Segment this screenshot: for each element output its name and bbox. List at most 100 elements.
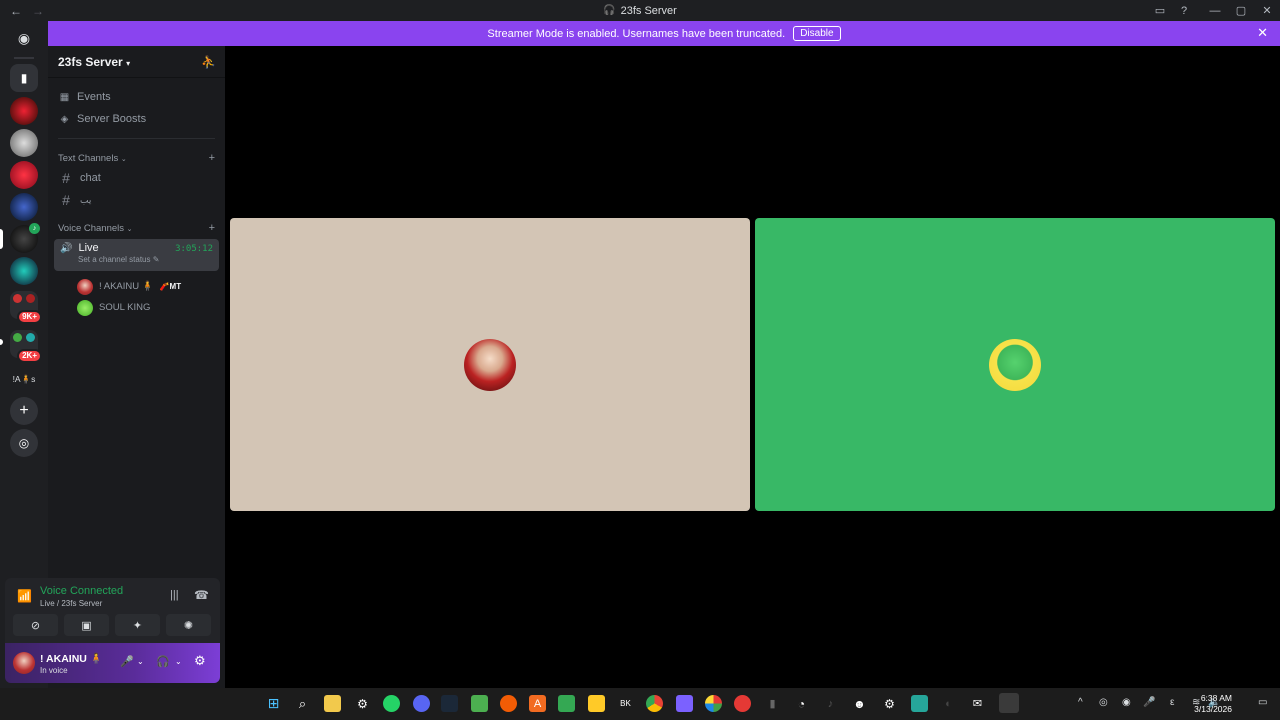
channel-chat[interactable]: # chat — [48, 167, 225, 189]
app-mic-icon[interactable]: ▮ — [764, 695, 781, 712]
add-channel-icon[interactable]: + — [209, 222, 215, 234]
server-icon-1[interactable] — [10, 97, 38, 125]
add-user-icon[interactable]: ⛹ — [201, 55, 216, 69]
app-yellow-icon[interactable] — [588, 695, 605, 712]
tray-app-icon[interactable]: ◉ — [1122, 697, 1131, 708]
app-red-icon[interactable] — [734, 695, 751, 712]
camera-off-button[interactable]: ⊘ — [13, 614, 58, 636]
voice-member[interactable]: ! AKAINU 🧍 🧨MT — [48, 276, 225, 297]
settings-gear-icon[interactable]: ⚙ — [194, 653, 206, 669]
steam-tray-icon[interactable]: ◎ — [1099, 697, 1108, 708]
folder-icon[interactable]: ▮ — [10, 64, 38, 92]
steam-icon[interactable]: ⚙ — [354, 695, 371, 712]
notifications-icon[interactable]: ▭ — [1258, 697, 1267, 708]
participant-tile-soul-king[interactable] — [755, 218, 1275, 511]
hash-icon: # — [62, 170, 70, 186]
close-window-button[interactable]: ✕ — [1254, 0, 1280, 21]
server-icon-active[interactable]: ♪ — [10, 223, 40, 253]
activities-button[interactable]: ✦ — [115, 614, 160, 636]
inbox-icon[interactable]: ▭ — [1148, 0, 1172, 21]
chrome-active-icon[interactable] — [999, 693, 1019, 713]
language-icon[interactable]: ε — [1170, 697, 1174, 708]
file-explorer-icon[interactable] — [324, 695, 341, 712]
app-face-icon[interactable]: ☻ — [851, 695, 868, 712]
microphone-icon[interactable]: 🎤 — [120, 655, 134, 668]
app-mail-icon[interactable]: ✉ — [969, 695, 986, 712]
voice-channels-category[interactable]: Voice Channels ⌄ + — [48, 219, 225, 237]
events-link[interactable]: ▦ Events — [48, 86, 225, 108]
member-name: ! AKAINU 🧍 — [99, 281, 154, 292]
discord-icon[interactable] — [413, 695, 430, 712]
add-server-icon[interactable]: + — [10, 397, 38, 425]
server-folder-2[interactable]: 2K+ — [10, 330, 42, 363]
user-name[interactable]: ! AKAINU 🧍 — [40, 652, 103, 665]
close-icon[interactable]: ✕ — [1257, 25, 1268, 41]
avatar[interactable] — [13, 652, 35, 674]
chevron-down-icon: ⌄ — [120, 155, 127, 163]
play-games-icon[interactable] — [558, 695, 575, 712]
server-icon-4[interactable] — [10, 193, 38, 221]
voice-connected-label[interactable]: Voice Connected — [40, 585, 123, 597]
app-green-icon[interactable] — [911, 695, 928, 712]
channel-label: chat — [80, 172, 101, 184]
chevron-down-icon[interactable]: ⌄ — [175, 657, 182, 666]
member-name: SOUL KING — [99, 302, 151, 313]
discord-home-icon[interactable]: ◉ — [10, 24, 38, 52]
screen-share-button[interactable]: ▣ — [64, 614, 109, 636]
app-bk-icon[interactable]: BK — [617, 695, 634, 712]
app-settings-icon[interactable]: ⚙ — [881, 695, 898, 712]
add-channel-icon[interactable]: + — [209, 152, 215, 164]
server-icon-3[interactable] — [10, 161, 38, 189]
soundboard-button[interactable]: ✺ — [166, 614, 211, 636]
chrome-icon[interactable] — [646, 695, 663, 712]
app-color-icon[interactable] — [705, 695, 722, 712]
start-icon[interactable]: ⊞ — [265, 695, 282, 712]
server-name[interactable]: 23fs Server ▾ — [58, 55, 130, 69]
pencil-icon[interactable]: ✎ — [153, 255, 160, 264]
server-short-label[interactable]: !A🧍s — [8, 365, 40, 393]
minecraft-icon[interactable] — [471, 695, 488, 712]
voice-member[interactable]: SOUL KING — [48, 297, 225, 318]
mini-server-icon — [26, 294, 35, 303]
channel-status[interactable]: Set a channel status — [78, 255, 151, 264]
show-hidden-icons[interactable]: ^ — [1078, 697, 1083, 708]
help-icon[interactable]: ? — [1172, 0, 1196, 21]
streamer-mode-banner: Streamer Mode is enabled. Usernames have… — [48, 21, 1280, 46]
channel-arabic[interactable]: # يب — [48, 189, 225, 211]
server-icon-6[interactable] — [10, 257, 38, 285]
avatar — [77, 278, 93, 295]
speedometer-icon[interactable]: ◔ — [793, 695, 810, 712]
search-icon[interactable]: ⌕ — [294, 695, 311, 712]
mini-server-icon — [13, 294, 22, 303]
music-icon[interactable]: ♪ — [822, 695, 839, 712]
soundwave-icon[interactable]: ||| — [170, 589, 179, 601]
whatsapp-icon[interactable] — [383, 695, 400, 712]
maximize-button[interactable]: ▢ — [1228, 0, 1254, 21]
minimize-button[interactable]: — — [1202, 0, 1228, 21]
server-folder-1[interactable]: 9K+ — [10, 291, 42, 324]
server-icon-2[interactable] — [10, 129, 38, 157]
participant-tile-akainu[interactable] — [230, 218, 750, 511]
voice-channel-live[interactable]: 🔊 Live 3:05:12 Set a channel status ✎ — [54, 239, 219, 271]
steam-client-icon[interactable] — [441, 695, 458, 712]
disconnect-icon[interactable]: ☎ — [194, 588, 209, 602]
origin-icon[interactable] — [500, 695, 517, 712]
app-gray-icon[interactable]: ◐ — [940, 695, 957, 712]
mini-server-icon — [13, 333, 22, 342]
disable-streamer-mode-button[interactable]: Disable — [793, 26, 841, 41]
microphone-tray-icon[interactable]: 🎤 — [1143, 697, 1155, 708]
explore-icon[interactable]: ◎ — [10, 429, 38, 457]
system-clock[interactable]: 6:38 AM 3/13/2026 — [1194, 693, 1232, 715]
server-boosts-link[interactable]: ◈ Server Boosts — [48, 108, 225, 130]
mention-badge: 2K+ — [17, 349, 42, 363]
app-purple-icon[interactable] — [676, 695, 693, 712]
chevron-down-icon: ▾ — [126, 58, 131, 68]
channel-sidebar: 23fs Server ▾ ⛹ ▦ Events ◈ Server Boosts… — [48, 46, 225, 580]
headphones-icon[interactable]: 🎧 — [156, 655, 170, 668]
unread-pill — [0, 339, 3, 345]
chevron-down-icon[interactable]: ⌄ — [137, 657, 144, 666]
text-channels-category[interactable]: Text Channels ⌄ + — [48, 149, 225, 167]
server-header[interactable]: 23fs Server ▾ ⛹ — [48, 46, 225, 78]
app-a-icon[interactable]: A — [529, 695, 546, 712]
voice-location[interactable]: Live / 23fs Server — [40, 599, 102, 608]
